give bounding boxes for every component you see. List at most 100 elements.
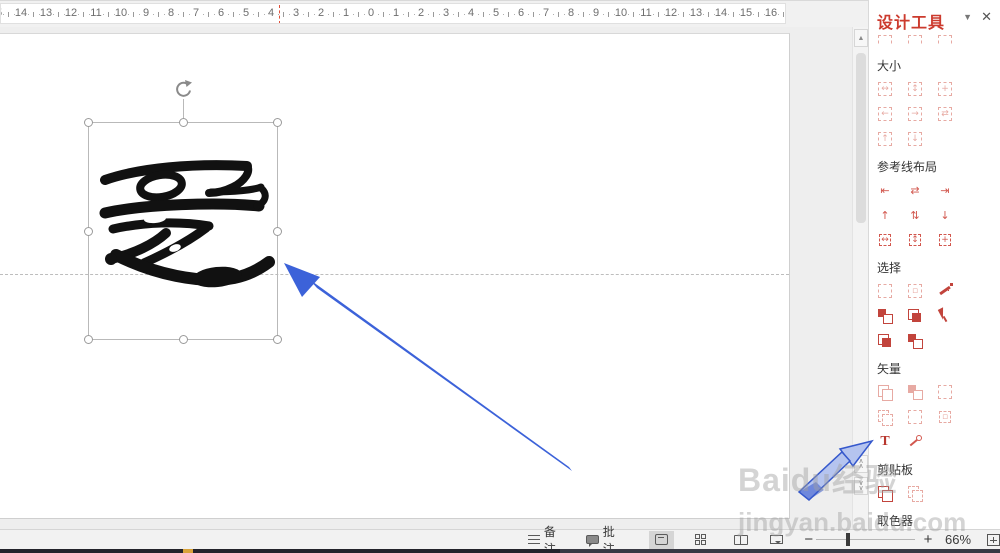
- zoom-slider-thumb[interactable]: [845, 533, 850, 546]
- zoom-slider-track[interactable]: [815, 533, 916, 546]
- resize-handle-top-right[interactable]: [273, 118, 282, 127]
- ruler-dot: [689, 14, 690, 15]
- text-to-vector-icon[interactable]: T: [877, 434, 893, 450]
- resize-handle-top-left[interactable]: [84, 118, 93, 127]
- ruler-dot: [464, 14, 465, 15]
- slide-sorter-view-button[interactable]: [688, 531, 714, 549]
- ruler-dot: [564, 14, 565, 15]
- taskbar-color-speck: [560, 549, 1000, 553]
- boolean-combine-icon[interactable]: [937, 384, 953, 400]
- ruler-dot: [589, 14, 590, 15]
- select-group-icon[interactable]: ▫: [907, 283, 923, 299]
- guide-align-left-icon[interactable]: ⇤: [877, 182, 893, 198]
- ruler-dot: [614, 14, 615, 15]
- ruler-number: 11: [90, 7, 102, 19]
- selected-textbox[interactable]: 爱: [84, 80, 282, 344]
- unify-width-icon[interactable]: ↔: [877, 81, 893, 97]
- ruler-dot: [553, 14, 554, 15]
- ruler-row: 1514131211109876543210123456789101112131…: [0, 0, 868, 27]
- ruler-dot: [103, 14, 104, 15]
- resize-handle-middle-left[interactable]: [84, 227, 93, 236]
- taskbar-edge: [0, 549, 1000, 553]
- close-icon[interactable]: ✕: [981, 9, 992, 25]
- shape-fragment-small-icon[interactable]: ▫: [937, 409, 953, 425]
- ruler-number: 3: [292, 7, 300, 19]
- unify-size-icon[interactable]: +: [937, 81, 953, 97]
- ruler-dot: [28, 14, 29, 15]
- ruler-tick: [158, 12, 159, 17]
- slide[interactable]: 爱: [0, 33, 790, 519]
- select-overlap-icon[interactable]: [907, 333, 923, 349]
- ruler-dot: [328, 14, 329, 15]
- chevron-down-icon[interactable]: ▼: [963, 12, 972, 22]
- magic-wand-icon[interactable]: [937, 283, 953, 299]
- ruler-number: 4: [467, 7, 475, 19]
- ruler-tick: [133, 12, 134, 17]
- guide-margin-vertical-icon[interactable]: ↕: [907, 232, 923, 248]
- rotate-handle[interactable]: [172, 79, 194, 101]
- select-small-shapes-icon[interactable]: [877, 333, 893, 349]
- zoom-out-button[interactable]: −: [802, 531, 816, 548]
- clipboard-paste-icon[interactable]: [907, 485, 923, 502]
- ruler-number: 0: [367, 7, 375, 19]
- zoom-percentage[interactable]: 66%: [945, 532, 971, 547]
- ruler-number: 2: [417, 7, 425, 19]
- edit-vertex-pen-icon[interactable]: [907, 434, 923, 450]
- previous-slide-button[interactable]: ∧ ∧: [854, 455, 868, 473]
- resize-handle-bottom-right[interactable]: [273, 335, 282, 344]
- clipboard-copy-icon[interactable]: [877, 485, 893, 502]
- scroll-up-button[interactable]: ▲: [854, 29, 868, 47]
- guide-align-top-icon[interactable]: ↑: [877, 207, 893, 223]
- boolean-intersect-icon[interactable]: [907, 384, 923, 400]
- ruler-number: 7: [192, 7, 200, 19]
- normal-view-button[interactable]: [648, 530, 675, 549]
- resize-handle-bottom-left[interactable]: [84, 335, 93, 344]
- unify-height-icon[interactable]: ↕: [907, 81, 923, 97]
- ruler-dot: [714, 14, 715, 15]
- comment-bubble-icon: [585, 535, 599, 547]
- select-same-format-icon[interactable]: [877, 308, 893, 324]
- decrease-width-icon[interactable]: ←: [877, 106, 893, 122]
- decrease-height-icon[interactable]: ↑: [877, 131, 893, 147]
- boolean-union-icon[interactable]: [877, 384, 893, 401]
- ruler-tick: [608, 12, 609, 17]
- reading-view-button[interactable]: [728, 531, 754, 549]
- guide-margin-horizontal-icon[interactable]: ↔: [877, 232, 893, 248]
- panel-title: 设计工具: [877, 15, 946, 32]
- guide-center-horizontal-icon[interactable]: ⇄: [907, 182, 923, 198]
- ruler-number: 8: [567, 7, 575, 19]
- ruler-number: 15: [739, 7, 753, 19]
- slideshow-button[interactable]: [764, 531, 790, 549]
- next-slide-button[interactable]: ∨ ∨: [854, 477, 868, 495]
- resize-handle-bottom-center[interactable]: [179, 335, 188, 344]
- guide-margin-all-icon[interactable]: +: [937, 232, 953, 248]
- fit-to-window-icon[interactable]: [987, 533, 1000, 546]
- section-label-选择: 选择: [877, 261, 902, 275]
- ruler-number: 1: [392, 7, 400, 19]
- increase-height-icon[interactable]: ↓: [907, 131, 923, 147]
- ruler-number: 14: [14, 7, 28, 19]
- resize-handle-top-center[interactable]: [179, 118, 188, 127]
- guide-align-right-icon[interactable]: ⇥: [937, 182, 953, 198]
- swap-width-height-icon[interactable]: ⇄: [937, 106, 953, 122]
- rotate-icon: [176, 80, 192, 97]
- ruler-number: 5: [242, 7, 250, 19]
- ruler-dot: [239, 14, 240, 15]
- pointer-cursor-icon[interactable]: [937, 308, 953, 324]
- chevron-down-icon: ∨: [858, 485, 864, 492]
- ruler-tick: [333, 12, 334, 17]
- section-label-参考线布局: 参考线布局: [877, 160, 938, 174]
- boolean-subtract-icon[interactable]: [907, 409, 923, 425]
- guide-center-vertical-icon[interactable]: ⇅: [907, 207, 923, 223]
- increase-width-icon[interactable]: →: [907, 106, 923, 122]
- select-filled-icon[interactable]: [907, 308, 923, 324]
- select-all-icon[interactable]: [877, 283, 893, 299]
- ruler-tick: [8, 12, 9, 17]
- boolean-fragment-icon[interactable]: [877, 409, 893, 426]
- ruler-number: 6: [217, 7, 225, 19]
- scrollbar-thumb[interactable]: [856, 53, 866, 223]
- zoom-in-button[interactable]: +: [921, 531, 935, 548]
- ruler-dot: [378, 14, 379, 15]
- canvas-vertical-scrollbar[interactable]: ▲ ∧ ∧ ∨ ∨: [852, 27, 868, 553]
- guide-align-bottom-icon[interactable]: ↓: [937, 207, 953, 223]
